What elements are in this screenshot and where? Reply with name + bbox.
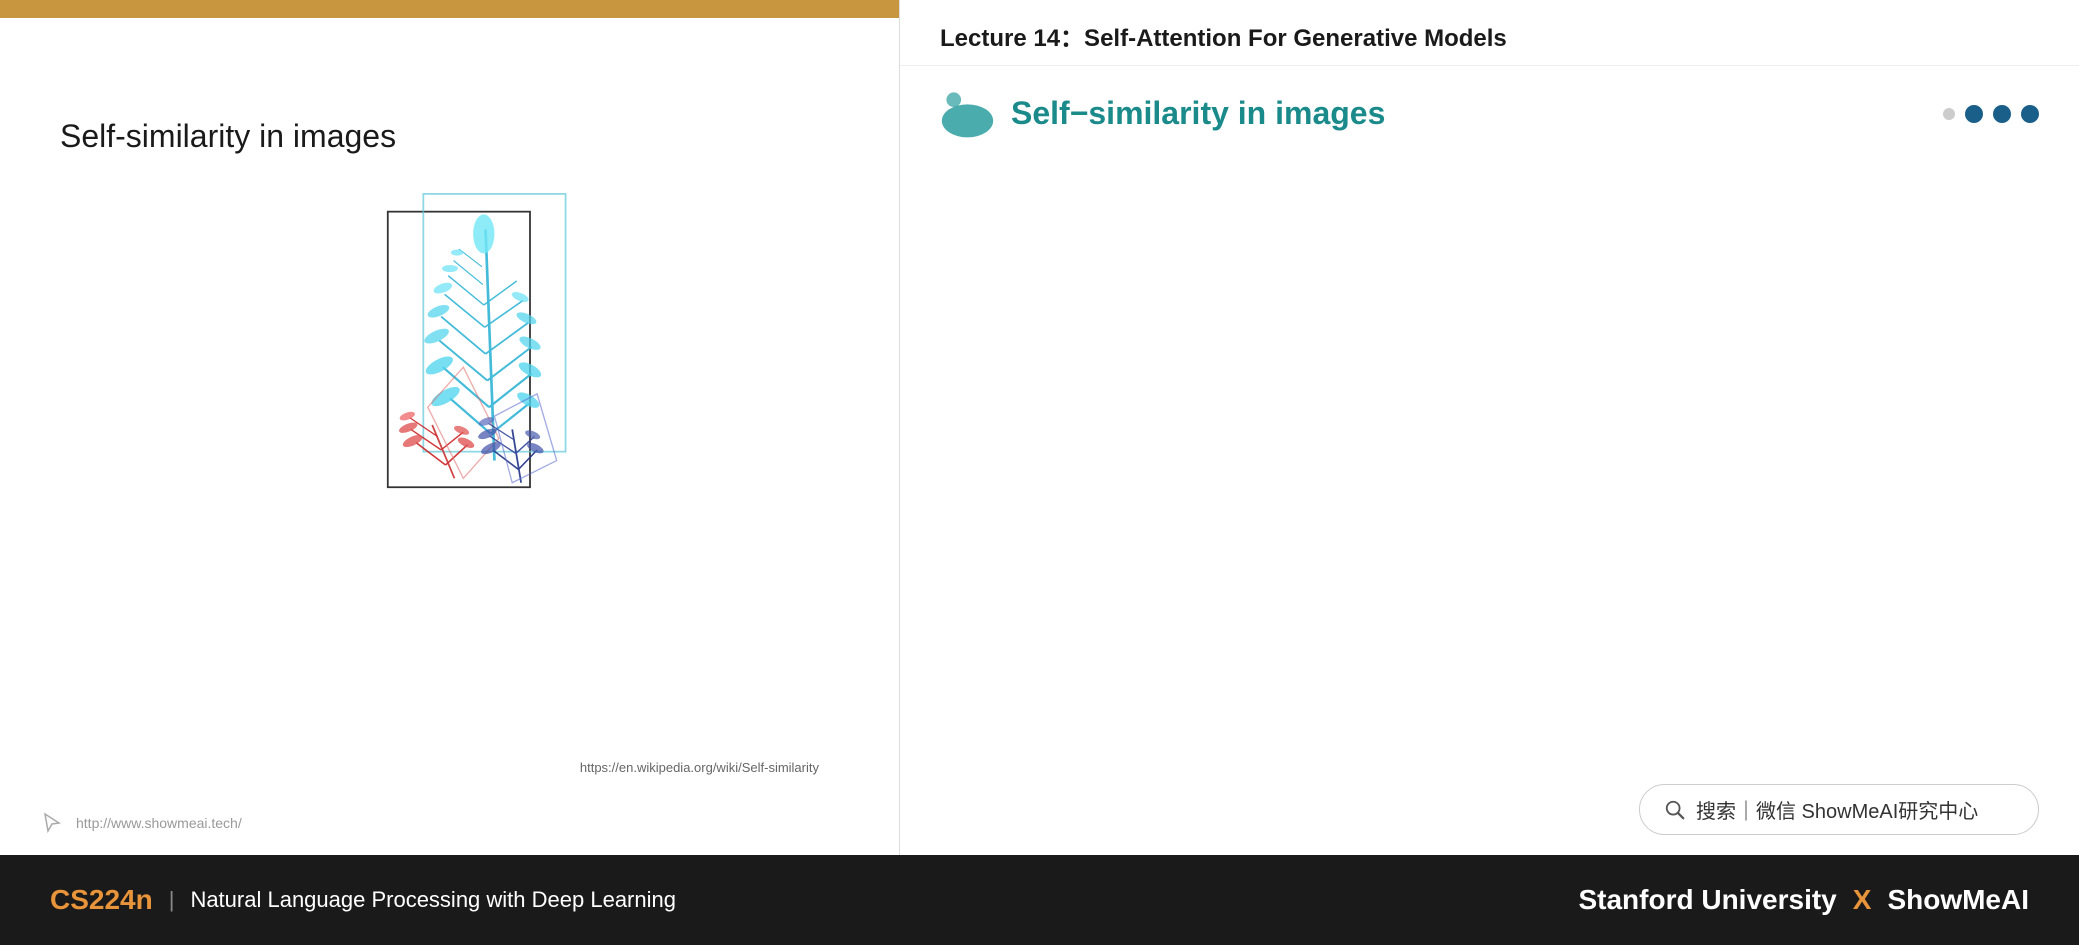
bottom-bar: CS224n | Natural Language Processing wit… bbox=[0, 855, 2079, 945]
right-panel: Lecture 14：Self-Attention For Generative… bbox=[900, 0, 2079, 855]
course-code: CS224n bbox=[50, 884, 153, 916]
slide-top-bar bbox=[0, 0, 899, 18]
slide-subtitle: Self−similarity in images bbox=[1011, 95, 1385, 132]
lecture-title: Lecture 14：Self-Attention For Generative… bbox=[940, 25, 1507, 52]
lecture-title-bar: Lecture 14：Self-Attention For Generative… bbox=[900, 0, 2079, 66]
slide-footer-url: http://www.showmeai.tech/ bbox=[76, 815, 242, 831]
bottom-left: CS224n | Natural Language Processing wit… bbox=[50, 884, 676, 916]
right-panel-body bbox=[900, 151, 2079, 764]
bottom-right: Stanford University X ShowMeAI bbox=[1578, 884, 2029, 916]
university-name: Stanford University bbox=[1578, 884, 1836, 916]
x-separator: X bbox=[1853, 884, 1872, 916]
course-name: Natural Language Processing with Deep Le… bbox=[190, 887, 676, 913]
search-bar[interactable]: 搜索｜微信 ShowMeAI研究中心 bbox=[1639, 784, 2039, 835]
search-icon bbox=[1664, 799, 1686, 821]
dots-row bbox=[1943, 105, 2039, 123]
cursor-icon bbox=[40, 811, 64, 835]
slide-header-row: Self−similarity in images bbox=[900, 66, 2079, 151]
slide-title: Self-similarity in images bbox=[60, 118, 839, 155]
slide-footer: http://www.showmeai.tech/ bbox=[40, 811, 242, 835]
dot-1 bbox=[1943, 108, 1955, 120]
slide-icon bbox=[940, 86, 995, 141]
slide-content: Self-similarity in images bbox=[0, 18, 899, 855]
slide-header-left: Self−similarity in images bbox=[940, 86, 1385, 141]
search-placeholder: 搜索｜微信 ShowMeAI研究中心 bbox=[1696, 795, 1978, 824]
slide-panel: Self-similarity in images bbox=[0, 0, 900, 855]
brand-name: ShowMeAI bbox=[1887, 884, 2029, 916]
fractal-fern-svg bbox=[290, 185, 610, 505]
dot-2 bbox=[1965, 105, 1983, 123]
bottom-divider: | bbox=[169, 887, 175, 913]
slide-image-url: https://en.wikipedia.org/wiki/Self-simil… bbox=[580, 760, 819, 775]
dot-4 bbox=[2021, 105, 2039, 123]
dot-3 bbox=[1993, 105, 2011, 123]
fractal-image-container bbox=[60, 185, 839, 505]
search-bar-container: 搜索｜微信 ShowMeAI研究中心 bbox=[900, 764, 2079, 855]
